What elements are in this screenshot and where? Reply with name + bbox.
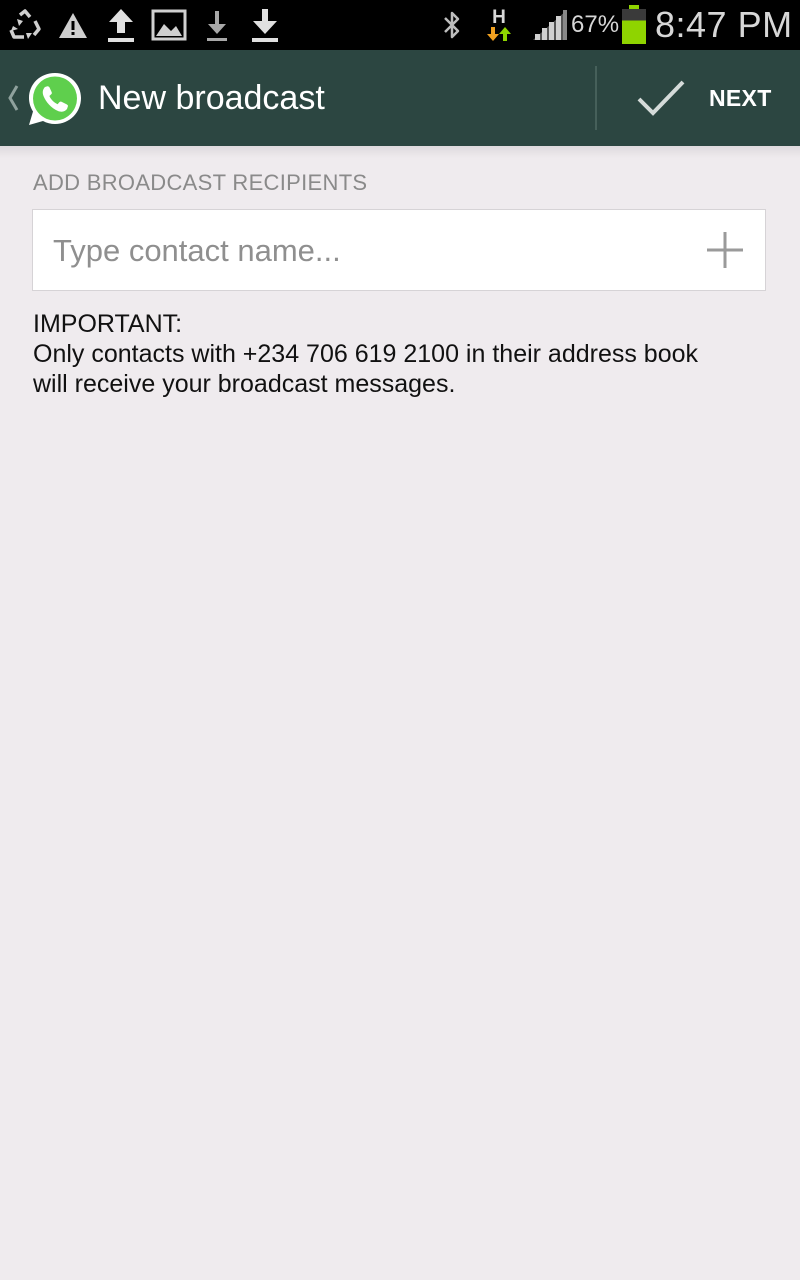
notice-text-line: will receive your broadcast messages. (33, 370, 456, 398)
status-clock: 8:47 PM (655, 4, 793, 45)
next-button-label: NEXT (709, 85, 772, 111)
add-contact-button[interactable] (693, 220, 757, 280)
broadcast-notice: IMPORTANT: Only contacts with +234 706 6… (33, 309, 773, 399)
action-bar: New broadcast NEXT (0, 50, 800, 147)
signal-icon (532, 7, 568, 43)
network-type-label: H (492, 7, 506, 28)
whatsapp-logo-icon[interactable] (26, 70, 84, 128)
download-icon (249, 7, 281, 43)
image-icon (150, 7, 188, 43)
data-activity-icon: H (484, 7, 514, 43)
upload-icon (104, 7, 138, 43)
contact-search-box (32, 209, 766, 292)
status-bar: H 67% 8:47 PM (0, 0, 800, 50)
bluetooth-icon (440, 7, 464, 43)
recycle-icon (7, 7, 43, 43)
contact-name-input[interactable] (51, 210, 685, 292)
download-icon (203, 7, 231, 43)
warning-icon (57, 7, 89, 43)
action-bar-divider (595, 66, 597, 130)
checkmark-icon (637, 80, 685, 116)
up-chevron-icon[interactable] (6, 82, 20, 114)
next-button[interactable]: NEXT (598, 50, 800, 146)
notice-heading: IMPORTANT: (33, 310, 183, 338)
battery-percent: 67% (571, 11, 620, 38)
page-title: New broadcast (98, 79, 325, 117)
notice-text-line: Only contacts with +234 706 619 2100 in … (33, 340, 699, 368)
section-label: ADD BROADCAST RECIPIENTS (33, 170, 368, 195)
plus-icon (707, 232, 743, 268)
battery-icon (620, 5, 648, 45)
action-bar-shadow (0, 146, 800, 158)
